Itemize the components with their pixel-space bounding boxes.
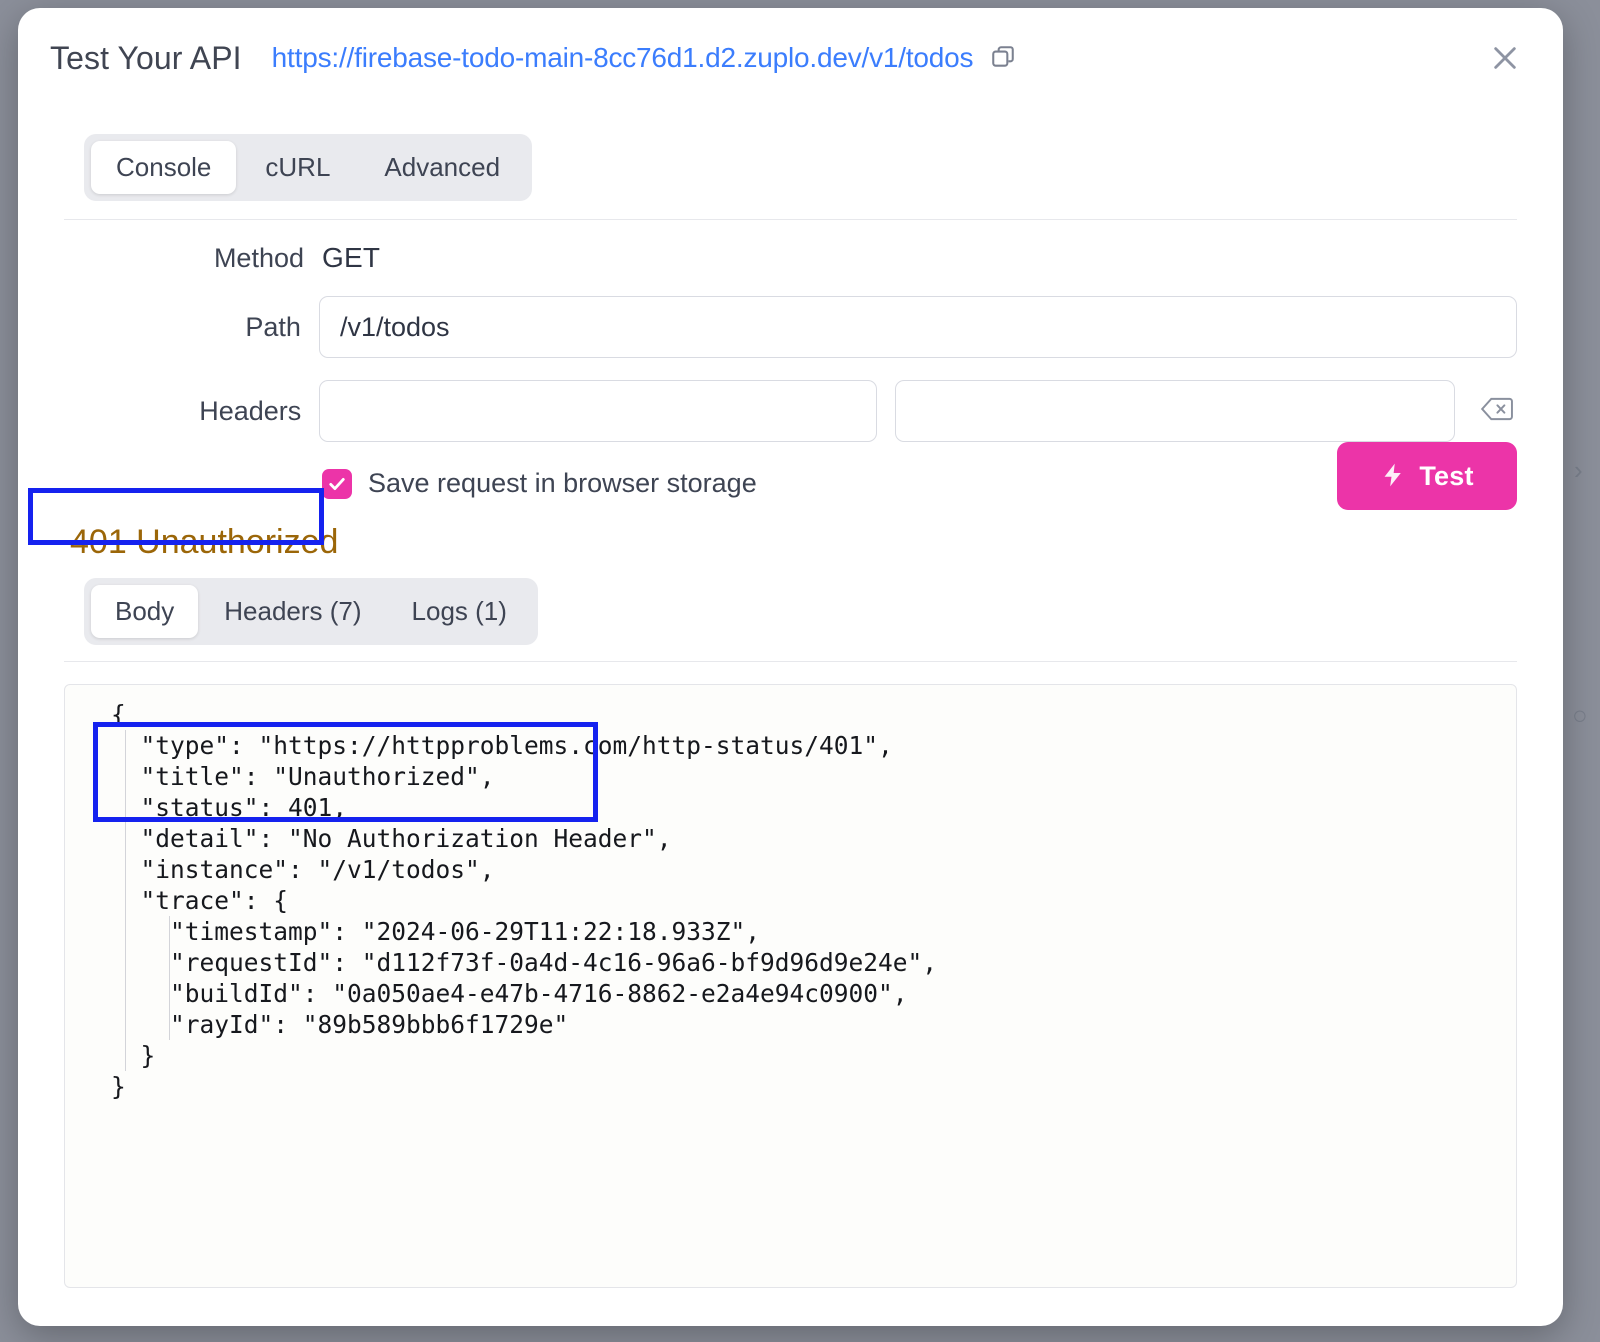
- code-line: {: [111, 699, 1516, 730]
- mode-tabs: Console cURL Advanced: [18, 116, 1563, 201]
- save-request-checkbox[interactable]: [322, 469, 352, 499]
- path-label: Path: [64, 312, 319, 343]
- lightning-bolt-icon: [1380, 460, 1406, 493]
- headers-label: Headers: [64, 396, 319, 427]
- method-row: Method GET: [64, 242, 1517, 274]
- header-key-input[interactable]: [319, 380, 877, 442]
- code-line: "status": 401,: [111, 792, 1516, 823]
- header-divider: [64, 219, 1517, 220]
- path-input[interactable]: [319, 296, 1517, 358]
- modal-header: Test Your API https://firebase-todo-main…: [18, 8, 1563, 116]
- request-form: Method GET Path Headers: [18, 242, 1563, 499]
- background-fragment-chevron: ›: [1574, 455, 1583, 486]
- tab-headers[interactable]: Headers (7): [200, 585, 385, 638]
- code-line: "title": "Unauthorized",: [111, 761, 1516, 792]
- response-body-panel[interactable]: { "type": "https://httpproblems.com/http…: [64, 684, 1517, 1288]
- tab-logs[interactable]: Logs (1): [388, 585, 531, 638]
- tab-body[interactable]: Body: [91, 585, 198, 638]
- code-line: "detail": "No Authorization Header",: [111, 823, 1516, 854]
- test-button-label: Test: [1419, 461, 1473, 492]
- code-line: "instance": "/v1/todos",: [111, 854, 1516, 885]
- background-fragment-circle: ○: [1572, 700, 1588, 731]
- code-line: }: [111, 1040, 1516, 1071]
- code-line: "type": "https://httpproblems.com/http-s…: [111, 730, 1516, 761]
- code-line: "rayId": "89b589bbb6f1729e": [111, 1009, 1516, 1040]
- response-tabs: Body Headers (7) Logs (1): [18, 566, 1563, 645]
- save-request-label: Save request in browser storage: [368, 468, 757, 499]
- tab-curl[interactable]: cURL: [240, 141, 355, 194]
- delete-header-button[interactable]: [1477, 391, 1517, 431]
- code-line: "requestId": "d112f73f-0a4d-4c16-96a6-bf…: [111, 947, 1516, 978]
- method-value: GET: [322, 242, 380, 274]
- api-url-link[interactable]: https://firebase-todo-main-8cc76d1.d2.zu…: [272, 42, 974, 73]
- header-value-input[interactable]: [895, 380, 1455, 442]
- test-api-modal: Test Your API https://firebase-todo-main…: [18, 8, 1563, 1326]
- code-line: }: [111, 1071, 1516, 1102]
- status-badge: 401 Unauthorized: [64, 521, 344, 566]
- page-title: Test Your API: [50, 40, 242, 77]
- save-request-row: Save request in browser storage Test: [64, 468, 1517, 499]
- tab-console[interactable]: Console: [91, 141, 236, 194]
- response-divider: [64, 661, 1517, 662]
- response-status-area: 401 Unauthorized: [18, 499, 1563, 566]
- close-button[interactable]: [1483, 38, 1527, 82]
- method-label: Method: [64, 243, 322, 274]
- tab-advanced[interactable]: Advanced: [359, 141, 525, 194]
- copy-icon[interactable]: [990, 44, 1016, 75]
- response-body-code: { "type": "https://httpproblems.com/http…: [65, 699, 1516, 1102]
- close-icon: [1489, 42, 1521, 79]
- headers-row: Headers: [64, 380, 1517, 442]
- code-line: "timestamp": "2024-06-29T11:22:18.933Z",: [111, 916, 1516, 947]
- path-row: Path: [64, 296, 1517, 358]
- code-line: "trace": {: [111, 885, 1516, 916]
- code-line: "buildId": "0a050ae4-e47b-4716-8862-e2a4…: [111, 978, 1516, 1009]
- backspace-delete-icon: [1480, 396, 1514, 427]
